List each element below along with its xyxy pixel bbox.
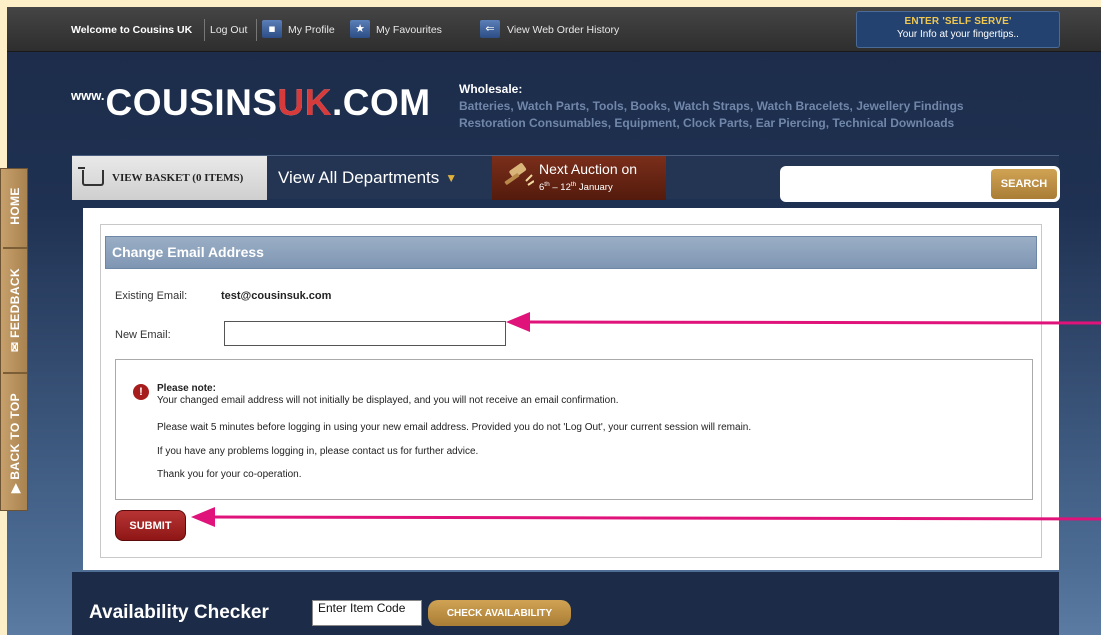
- item-code-text: Enter Item Code: [318, 601, 406, 615]
- wholesale-line-1[interactable]: Batteries, Watch Parts, Tools, Books, Wa…: [459, 99, 964, 113]
- form-heading: Change Email Address: [105, 236, 1037, 269]
- availability-checker: Availability Checker Enter Item Code CHE…: [72, 572, 1059, 635]
- logo-cousins: COUSINS: [105, 82, 278, 123]
- web-order-history-link[interactable]: View Web Order History: [507, 7, 619, 52]
- back-to-top-tab[interactable]: ▶ BACK TO TOP: [1, 376, 29, 510]
- mail-icon: ✉: [8, 337, 23, 353]
- self-serve-title: ENTER 'SELF SERVE': [904, 16, 1012, 27]
- gavel-icon: [504, 163, 534, 186]
- history-icon[interactable]: ⇐: [480, 20, 500, 38]
- divider: [3, 372, 27, 374]
- self-serve-subtitle: Your Info at your fingertips..: [897, 29, 1019, 40]
- top-bar: Welcome to Cousins UK Log Out ▪ My Profi…: [7, 7, 1101, 52]
- auction-dates: 6th – 12th January: [539, 181, 613, 194]
- note-line: Please wait 5 minutes before logging in …: [157, 422, 752, 433]
- divider: [3, 247, 27, 249]
- page-frame: Welcome to Cousins UK Log Out ▪ My Profi…: [7, 7, 1101, 635]
- change-email-form: Change Email Address Existing Email: tes…: [100, 224, 1042, 558]
- note-line: Your changed email address will not init…: [157, 395, 619, 406]
- warning-icon: !: [133, 384, 149, 400]
- feedback-tab[interactable]: ✉ FEEDBACK: [1, 251, 29, 369]
- note-title: Please note:: [157, 383, 216, 394]
- search-button[interactable]: SEARCH: [991, 169, 1057, 199]
- wholesale-categories: Wholesale: Batteries, Watch Parts, Tools…: [459, 82, 964, 130]
- wholesale-title: Wholesale:: [459, 82, 523, 96]
- nav-bar: VIEW BASKET (0 ITEMS) View All Departmen…: [72, 155, 1060, 202]
- cart-icon: [78, 167, 104, 186]
- check-availability-button[interactable]: CHECK AVAILABILITY: [428, 600, 571, 626]
- note-line: Thank you for your co-operation.: [157, 469, 302, 480]
- auction-title: Next Auction on: [539, 161, 638, 177]
- wholesale-line-2[interactable]: Restoration Consumables, Equipment, Cloc…: [459, 116, 964, 130]
- logout-link[interactable]: Log Out: [210, 7, 247, 52]
- side-tab: HOME ✉ FEEDBACK ▶ BACK TO TOP: [0, 168, 28, 511]
- availability-title: Availability Checker: [89, 602, 269, 623]
- my-favourites-link[interactable]: My Favourites: [376, 7, 442, 52]
- note-box: ! Please note: Your changed email addres…: [115, 359, 1033, 500]
- item-code-input[interactable]: Enter Item Code: [312, 600, 422, 626]
- next-auction-banner[interactable]: Next Auction on 6th – 12th January: [492, 156, 666, 200]
- existing-email-label: Existing Email:: [115, 290, 188, 302]
- my-profile-link[interactable]: My Profile: [288, 7, 335, 52]
- basket-label: VIEW BASKET (0 ITEMS): [112, 172, 244, 184]
- welcome-text: Welcome to Cousins UK: [71, 23, 193, 36]
- dropdown-arrow-icon: ▼: [445, 171, 458, 185]
- search-input[interactable]: SEARCH: [780, 166, 1060, 202]
- logo-www: www.: [71, 88, 105, 103]
- star-icon[interactable]: ★: [350, 20, 370, 38]
- divider: [256, 19, 257, 41]
- view-basket-button[interactable]: VIEW BASKET (0 ITEMS): [72, 156, 267, 200]
- departments-dropdown[interactable]: View All Departments ▼: [268, 156, 490, 200]
- divider: [204, 19, 205, 41]
- new-email-field[interactable]: [224, 321, 506, 346]
- main-panel: Change Email Address Existing Email: tes…: [83, 208, 1059, 570]
- logo-com: .COM: [332, 82, 431, 123]
- self-serve-button[interactable]: ENTER 'SELF SERVE' Your Info at your fin…: [856, 11, 1060, 48]
- new-email-label: New Email:: [115, 329, 171, 341]
- profile-icon[interactable]: ▪: [262, 20, 282, 38]
- site-logo[interactable]: www.COUSINSUK.COM: [71, 82, 431, 124]
- logo-uk: UK: [277, 82, 332, 123]
- arrow-up-icon: ▶: [8, 479, 23, 494]
- home-tab[interactable]: HOME: [1, 169, 29, 243]
- departments-label: View All Departments: [278, 168, 440, 187]
- existing-email-value: test@cousinsuk.com: [221, 290, 332, 302]
- note-line: If you have any problems logging in, ple…: [157, 446, 479, 457]
- submit-button[interactable]: SUBMIT: [115, 510, 186, 541]
